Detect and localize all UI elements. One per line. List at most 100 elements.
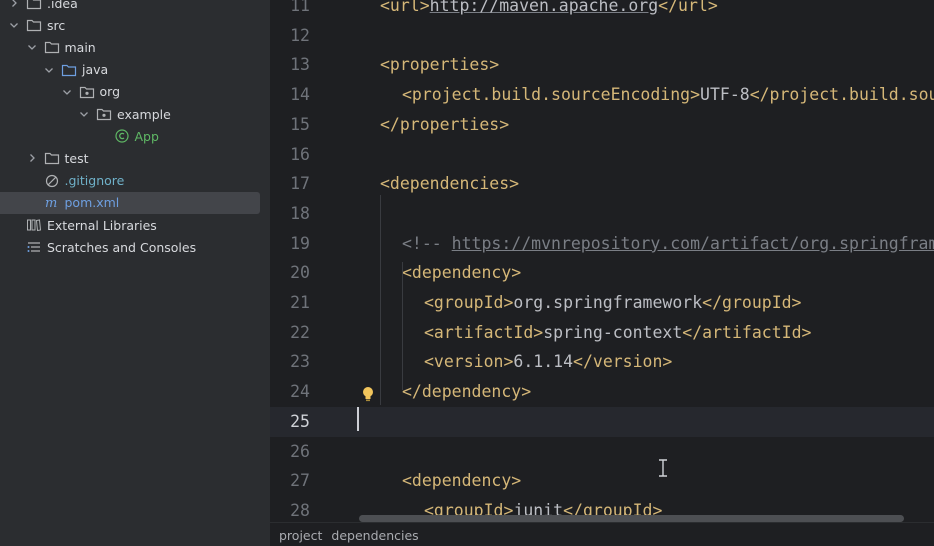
line-number: 27 <box>290 471 310 491</box>
tree-item-main[interactable]: main <box>0 36 260 58</box>
tree-item-pom-xml[interactable]: m pom.xml <box>0 191 260 214</box>
xml-text: spring-context <box>543 322 683 342</box>
gitignore-icon <box>44 174 60 188</box>
breadcrumb-item-project[interactable]: project <box>279 528 322 543</box>
folder-icon <box>44 40 60 54</box>
tree-item-label: java <box>82 62 109 78</box>
code-text: <properties> <box>380 50 499 80</box>
xml-tag: </dependency> <box>402 382 532 402</box>
code-line[interactable]: 19 <!-- https://mvnrepository.com/artifac… <box>270 229 934 259</box>
line-number: 16 <box>290 144 310 164</box>
code-line[interactable]: 27 <dependency> <box>270 466 934 496</box>
tree-item-label: example <box>117 106 171 122</box>
tree-item-label: .gitignore <box>64 173 125 189</box>
line-number: 11 <box>290 0 310 15</box>
code-line[interactable]: 13 <properties> <box>270 50 934 80</box>
indent-guide <box>380 195 381 405</box>
code-line[interactable]: 23 <version>6.1.14</version> <box>270 347 934 377</box>
tree-item-label: main <box>64 39 96 55</box>
breadcrumb-item-dependencies[interactable]: dependencies <box>331 528 418 543</box>
chevron-down-icon[interactable] <box>61 86 73 98</box>
code-text: </dependency> <box>402 377 531 407</box>
xml-tag: </groupId> <box>702 293 802 312</box>
tree-item-example[interactable]: example <box>0 103 260 125</box>
chevron-right-icon[interactable] <box>8 0 20 9</box>
line-number: 22 <box>290 322 310 342</box>
code-line[interactable]: 25 <box>270 406 934 437</box>
chevron-right-icon[interactable] <box>26 152 38 164</box>
code-text: <version>6.1.14</version> <box>424 347 672 377</box>
xml-comment: <!-- <box>402 233 452 253</box>
folder-icon <box>26 0 42 10</box>
code-line[interactable]: 26 <box>270 437 934 467</box>
line-number: 25 <box>290 411 310 431</box>
xml-tag: </url> <box>658 0 718 15</box>
code-line[interactable]: 15 </properties> <box>270 110 934 140</box>
line-number: 24 <box>290 382 310 402</box>
code-editor[interactable]: 11 <url>http://maven.apache.org</url> 12 13… <box>270 0 934 546</box>
xml-tag: <dependencies> <box>380 174 520 194</box>
line-number: 15 <box>290 114 310 134</box>
code-line[interactable]: 18 <box>270 199 934 229</box>
text-caret <box>357 407 359 431</box>
chevron-down-icon[interactable] <box>78 108 90 120</box>
line-number: 13 <box>290 55 310 75</box>
xml-tag: </project.build.sourceEncoding> <box>749 85 934 105</box>
lightbulb-icon[interactable] <box>361 385 375 403</box>
svg-text:m: m <box>45 196 57 210</box>
code-line[interactable]: 14 <project.build.sourceEncoding>UTF-8</p… <box>270 80 934 110</box>
class-icon <box>114 129 130 143</box>
code-line[interactable]: 20 <dependency> <box>270 258 934 288</box>
project-tree: .idea src main java org example App test .gitign… <box>0 0 270 546</box>
code-line[interactable]: 11 <url>http://maven.apache.org</url> <box>270 0 934 21</box>
xml-tag: <version> <box>424 352 514 372</box>
code-line[interactable]: 12 <box>270 21 934 51</box>
line-number: 23 <box>290 352 310 372</box>
breadcrumb: project dependencies <box>270 522 934 546</box>
tree-item-test[interactable]: test <box>0 147 260 169</box>
code-text: <url>http://maven.apache.org</url> <box>380 0 718 21</box>
tree-item-label: test <box>64 150 89 166</box>
tree-item-label: App <box>134 128 159 144</box>
horizontal-scrollbar[interactable] <box>359 515 904 522</box>
tree-item-label: Scratches and Consoles <box>47 239 197 255</box>
tree-item-label: .idea <box>47 0 78 11</box>
xml-tag: </artifactId> <box>682 322 812 342</box>
folder-icon <box>26 18 42 32</box>
chevron-down-icon[interactable] <box>43 64 55 76</box>
chevron-down-icon[interactable] <box>8 19 20 31</box>
indent-guide <box>402 262 403 390</box>
line-number: 17 <box>290 174 310 194</box>
xml-tag: </properties> <box>380 114 510 134</box>
xml-tag: <dependency> <box>402 471 522 491</box>
package-icon <box>79 85 95 99</box>
libraries-icon <box>26 218 42 232</box>
code-text: <project.build.sourceEncoding>UTF-8</pro… <box>402 80 934 110</box>
xml-tag: <dependency> <box>402 263 522 283</box>
tree-item-src[interactable]: src <box>0 14 260 36</box>
tree-item-label: org <box>99 84 121 100</box>
code-line[interactable]: 17 <dependencies> <box>270 169 934 199</box>
chevron-down-icon[interactable] <box>26 41 38 53</box>
tree-item-external-libraries[interactable]: External Libraries <box>0 214 260 236</box>
xml-comment: https://mvnrepository.com/artifact/org.s… <box>451 233 934 253</box>
code-text: <dependencies> <box>380 169 519 199</box>
tree-item-gitignore[interactable]: .gitignore <box>0 170 260 192</box>
code-text: <dependency> <box>402 258 521 288</box>
tree-item-label: External Libraries <box>47 217 157 233</box>
line-number: 12 <box>290 25 310 45</box>
xml-text: http://maven.apache.org <box>429 0 659 15</box>
tree-item-org[interactable]: org <box>0 81 260 103</box>
code-line[interactable]: 21 <groupId>org.springframework</groupId> <box>270 288 934 318</box>
code-text: <artifactId>spring-context</artifactId> <box>424 318 811 348</box>
tree-item-java[interactable]: java <box>0 59 260 81</box>
code-line[interactable]: 22 <artifactId>spring-context</artifactId… <box>270 318 934 348</box>
xml-text: 6.1.14 <box>513 352 574 372</box>
code-line[interactable]: 16 <box>270 140 934 170</box>
package-icon <box>96 107 112 121</box>
line-number: 21 <box>290 293 310 312</box>
tree-item-idea[interactable]: .idea <box>0 0 260 14</box>
tree-item-scratches-and-consoles[interactable]: Scratches and Consoles <box>0 236 260 258</box>
tree-item-app[interactable]: App <box>0 125 260 147</box>
